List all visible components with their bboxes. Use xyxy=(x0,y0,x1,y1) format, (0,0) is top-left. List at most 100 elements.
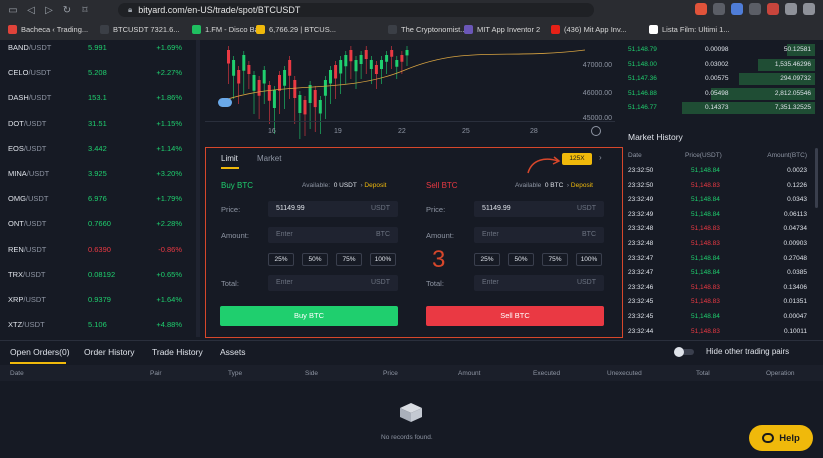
bookmark-label: MIT App Inventor 2 xyxy=(477,24,541,34)
tab-order-history[interactable]: Order History xyxy=(84,347,135,357)
url-text: bityard.com/en-US/trade/spot/BTCUSDT xyxy=(138,5,301,15)
bookmark-icon[interactable]: ⌑ xyxy=(76,1,94,19)
buy-button[interactable]: Buy BTC xyxy=(220,306,398,326)
candle-body xyxy=(308,85,312,103)
market-row[interactable]: TRX/USDT 0.08192 +0.65% xyxy=(0,262,200,287)
bookmark-item[interactable]: 6,766.29 | BTCUS... xyxy=(252,20,340,38)
help-label: Help xyxy=(779,432,800,444)
extension-red-icon[interactable] xyxy=(767,3,779,15)
market-row[interactable]: OMG/USDT 6.976 +1.79% xyxy=(0,186,200,211)
chart-settings-icon[interactable] xyxy=(591,126,601,136)
market-row[interactable]: CELO/USDT 5.208 +2.27% xyxy=(0,60,200,85)
market-change: +0.65% xyxy=(156,269,182,279)
buy-percent-button[interactable]: 25% xyxy=(268,253,294,266)
orderbook-row[interactable]: 51,146.77 0.14373 7,351.32525 xyxy=(625,101,815,115)
sell-title: Sell BTC xyxy=(426,181,458,190)
sell-deposit-link[interactable]: Deposit xyxy=(571,182,593,189)
market-pair: XTZ/USDT xyxy=(8,320,45,330)
bookmark-item[interactable]: Lista Film: Ultimi 1... xyxy=(645,20,734,38)
mh-price: 51,148.84 xyxy=(691,313,720,320)
orderbook-row[interactable]: 51,147.36 0.00575 294.09732 xyxy=(625,72,815,86)
buy-price-input[interactable]: 51149.99 USDT xyxy=(268,201,398,217)
bookmark-item[interactable]: MIT App Inventor 2 xyxy=(460,20,544,38)
translate-icon[interactable] xyxy=(731,3,743,15)
orderbook-total: 294.09732 xyxy=(780,75,811,82)
buy-total-input[interactable]: Enter USDT xyxy=(268,275,398,291)
candle-body xyxy=(313,90,317,108)
sell-percent-button[interactable]: 50% xyxy=(508,253,534,266)
mh-header-amount: Amount(BTC) xyxy=(767,152,807,159)
sidebar-toggle-icon[interactable]: ▭ xyxy=(4,1,22,19)
sell-available: Available 0 BTC › Deposit xyxy=(515,182,593,189)
hide-pairs-toggle[interactable] xyxy=(674,347,694,357)
tab-limit[interactable]: Limit xyxy=(221,154,238,163)
extension-grid-icon[interactable] xyxy=(749,3,761,15)
market-row[interactable]: XTZ/USDT 5.106 +4.88% xyxy=(0,312,200,337)
orderbook-row[interactable]: 51,146.88 0.05498 2,812.05546 xyxy=(625,87,815,101)
mh-amount: 0.10011 xyxy=(783,327,807,335)
leverage-badge[interactable]: 125X xyxy=(562,153,592,165)
buy-deposit-link[interactable]: Deposit xyxy=(364,182,386,189)
bookmark-favicon-icon xyxy=(388,24,397,34)
market-row[interactable]: BAND/USDT 5.991 +1.69% xyxy=(0,35,200,60)
tab-trade-history[interactable]: Trade History xyxy=(152,347,203,357)
mh-date: 23:32:45 xyxy=(628,313,654,320)
help-button[interactable]: Help xyxy=(749,425,813,451)
candle-body xyxy=(369,60,373,69)
sell-percent-button[interactable]: 100% xyxy=(576,253,602,266)
market-price: 0.08192 xyxy=(88,269,116,279)
warning-icon[interactable] xyxy=(713,3,725,15)
column-header: Unexecuted xyxy=(607,370,642,377)
orderbook-row[interactable]: 51,148.79 0.00098 50.12581 xyxy=(625,43,815,57)
market-price: 0.9379 xyxy=(88,295,111,304)
mh-date: 23:32:46 xyxy=(628,283,654,291)
mh-date: 23:32:44 xyxy=(628,327,654,335)
puzzle-icon[interactable] xyxy=(785,3,797,15)
buy-percent-button[interactable]: 75% xyxy=(336,253,362,266)
tab-open-orders[interactable]: Open Orders(0) xyxy=(10,347,70,357)
market-change: +1.79% xyxy=(156,194,182,204)
sell-amount-input[interactable]: Enter BTC xyxy=(474,227,604,243)
menu-icon[interactable] xyxy=(803,3,815,15)
market-row[interactable]: REN/USDT 0.6390 -0.86% xyxy=(0,237,200,262)
back-icon[interactable]: ◁ xyxy=(22,1,40,19)
forward-icon[interactable]: ▷ xyxy=(40,1,58,19)
buy-percent-button[interactable]: 50% xyxy=(302,253,328,266)
market-history-title: Market History xyxy=(628,132,683,142)
sell-button[interactable]: Sell BTC xyxy=(426,306,604,326)
chevron-right-icon[interactable]: › xyxy=(599,153,602,162)
sell-percent-button[interactable]: 25% xyxy=(474,253,500,266)
bookmark-label: BTCUSDT 7321.6... xyxy=(113,24,180,34)
mh-price: 51,148.84 xyxy=(691,196,720,204)
bookmark-item[interactable]: (436) Mit App Inv... xyxy=(547,20,630,38)
tab-assets[interactable]: Assets xyxy=(220,347,246,357)
buy-amount-input[interactable]: Enter BTC xyxy=(268,227,398,243)
address-bar[interactable]: 🔒︎ bityard.com/en-US/trade/spot/BTCUSDT xyxy=(118,3,594,17)
column-header: Type xyxy=(228,370,243,377)
buy-percent-button[interactable]: 100% xyxy=(370,253,396,266)
bookmark-item[interactable]: The Cryptonomist... xyxy=(384,20,470,38)
market-row[interactable]: ONT/USDT 0.7660 +2.28% xyxy=(0,211,200,236)
market-row[interactable]: XRP/USDT 0.9379 +1.64% xyxy=(0,287,200,312)
market-history-row: 23:32:47 51,148.84 0.27048 xyxy=(625,251,815,266)
tab-market[interactable]: Market xyxy=(257,154,281,163)
reload-icon[interactable]: ↻ xyxy=(58,1,76,19)
market-row[interactable]: MINA/USDT 3.925 +3.20% xyxy=(0,161,200,186)
market-row[interactable]: DOT/USDT 31.51 +1.15% xyxy=(0,111,200,136)
orderbook-row[interactable]: 51,148.00 0.03002 1,535.46296 xyxy=(625,58,815,72)
empty-box-icon xyxy=(398,401,424,423)
mh-amount: 0.1226 xyxy=(787,181,807,189)
candle-body xyxy=(278,75,281,91)
sell-price-input[interactable]: 51149.99 USDT xyxy=(474,201,604,217)
brave-shield-icon[interactable] xyxy=(695,3,707,15)
mh-date: 23:32:50 xyxy=(628,167,654,174)
price-chart[interactable] xyxy=(205,40,615,139)
market-history-row: 23:32:49 51,148.84 0.0343 xyxy=(625,192,815,207)
sell-percent-button[interactable]: 75% xyxy=(542,253,568,266)
candle-body xyxy=(380,60,383,69)
sell-total-input[interactable]: Enter USDT xyxy=(474,275,604,291)
market-row[interactable]: EOS/USDT 3.442 +1.14% xyxy=(0,136,200,161)
market-list-scrollbar[interactable] xyxy=(196,40,200,337)
market-history-scrollbar[interactable] xyxy=(815,148,818,208)
market-row[interactable]: DASH/USDT 153.1 +1.86% xyxy=(0,85,200,110)
